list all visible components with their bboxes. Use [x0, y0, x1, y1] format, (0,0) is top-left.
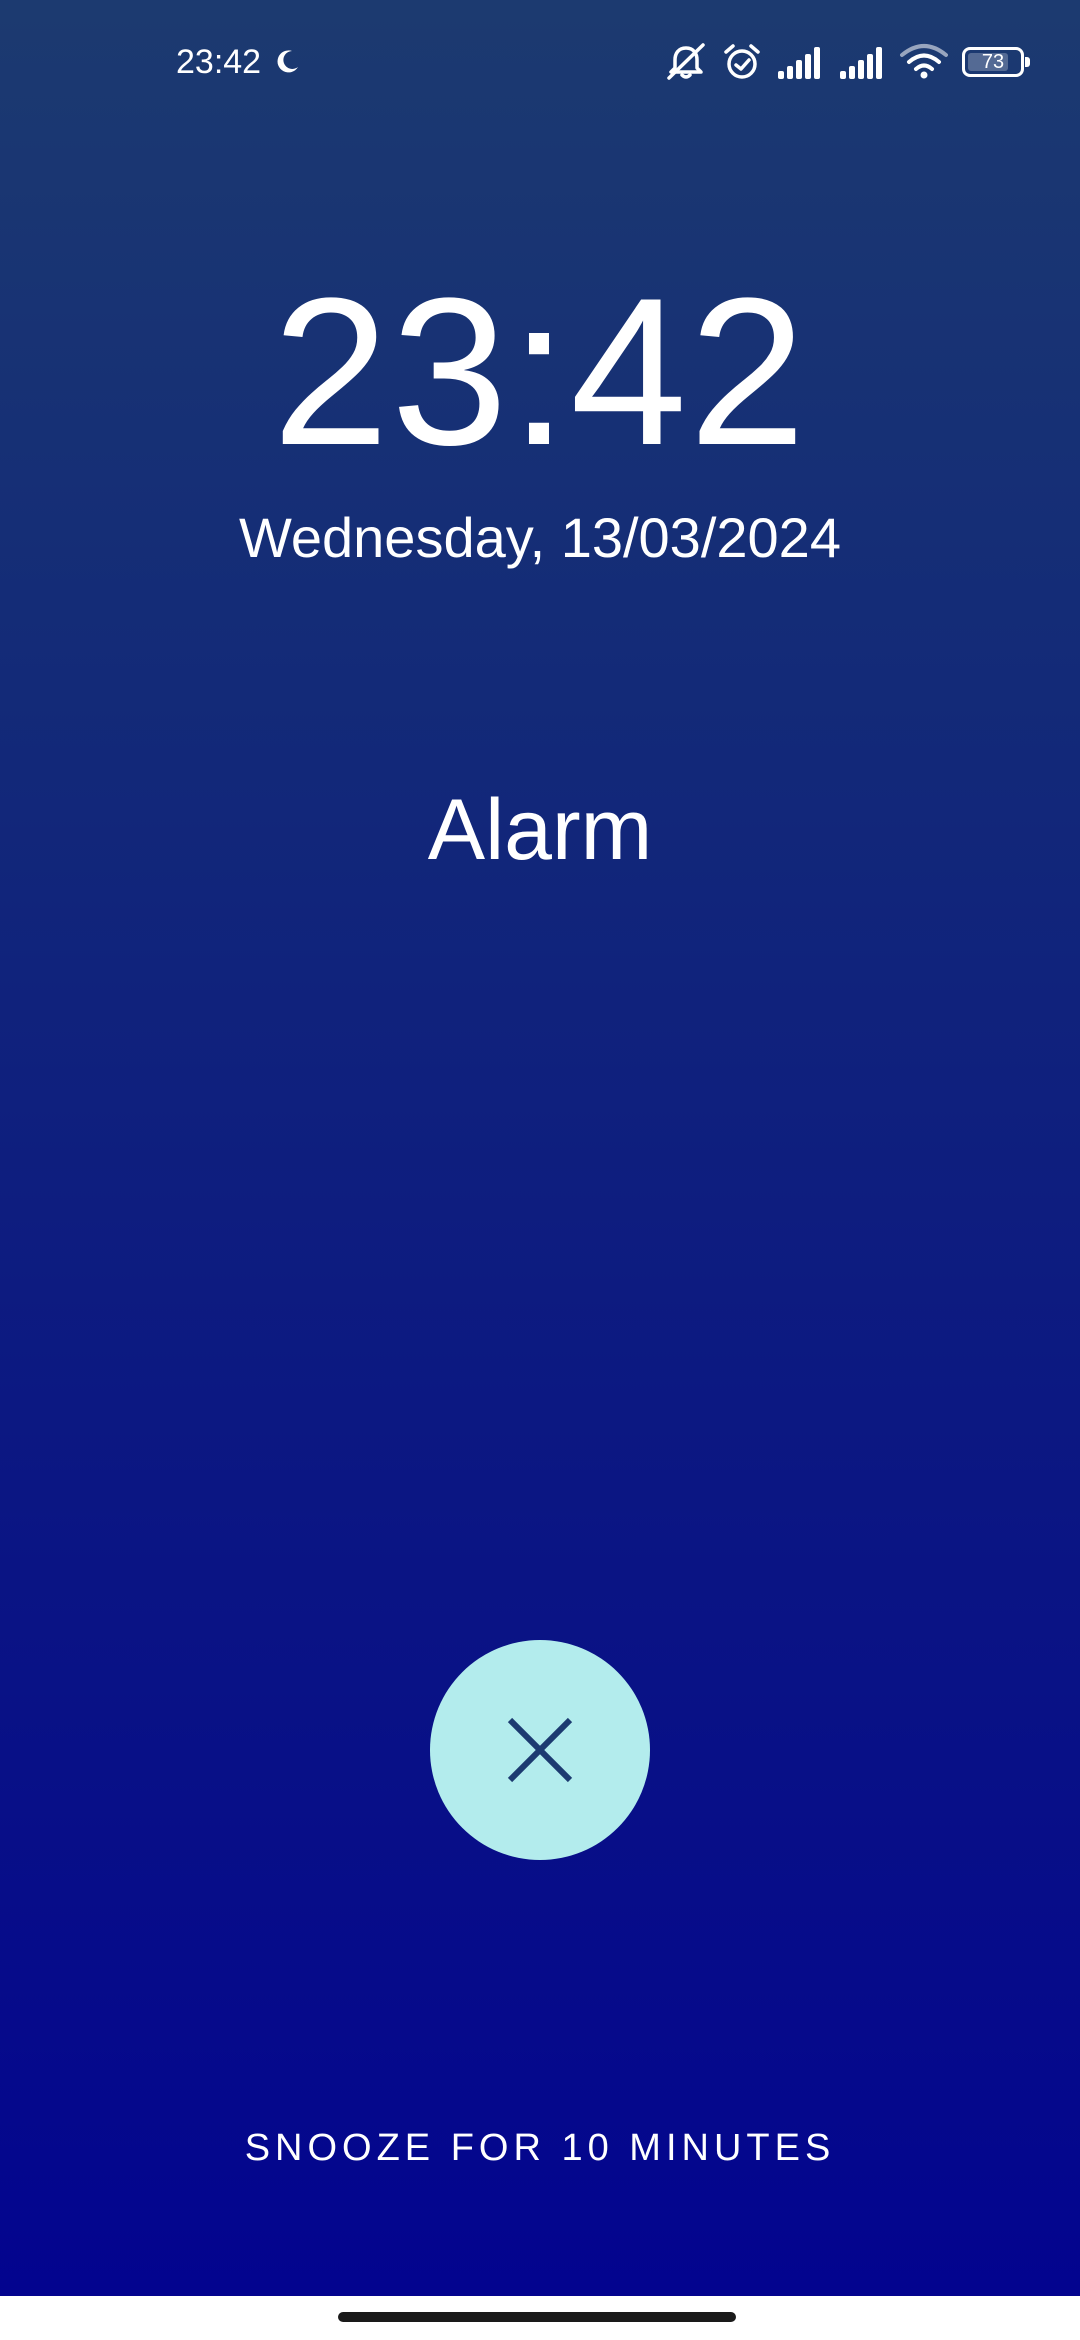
- battery-level: 73: [981, 50, 1005, 73]
- home-indicator[interactable]: [338, 2312, 736, 2322]
- status-icons: 73: [664, 40, 1030, 84]
- status-bar: 23:42 73: [0, 0, 1080, 125]
- battery-icon: 73: [962, 47, 1030, 77]
- wifi-icon: [900, 44, 948, 79]
- alarm-date: Wednesday, 13/03/2024: [239, 506, 841, 569]
- silent-bell-icon: [667, 43, 705, 80]
- dismiss-button[interactable]: [430, 1640, 650, 1860]
- alarm-icon: [724, 44, 760, 79]
- signal-icon: [840, 47, 882, 79]
- snooze-button[interactable]: SNOOZE FOR 10 MINUTES: [0, 2126, 1080, 2170]
- close-icon: [507, 1717, 573, 1783]
- moon-icon: [277, 50, 298, 73]
- signal-icon: [778, 47, 820, 79]
- status-time: 23:42: [176, 43, 262, 81]
- alarm-screen: 23:42 73 23:42 Wednesday, 13/03/2024 Ala…: [0, 0, 1080, 2340]
- alarm-label: Alarm: [427, 782, 653, 878]
- alarm-clock-time: 23:42: [272, 254, 808, 489]
